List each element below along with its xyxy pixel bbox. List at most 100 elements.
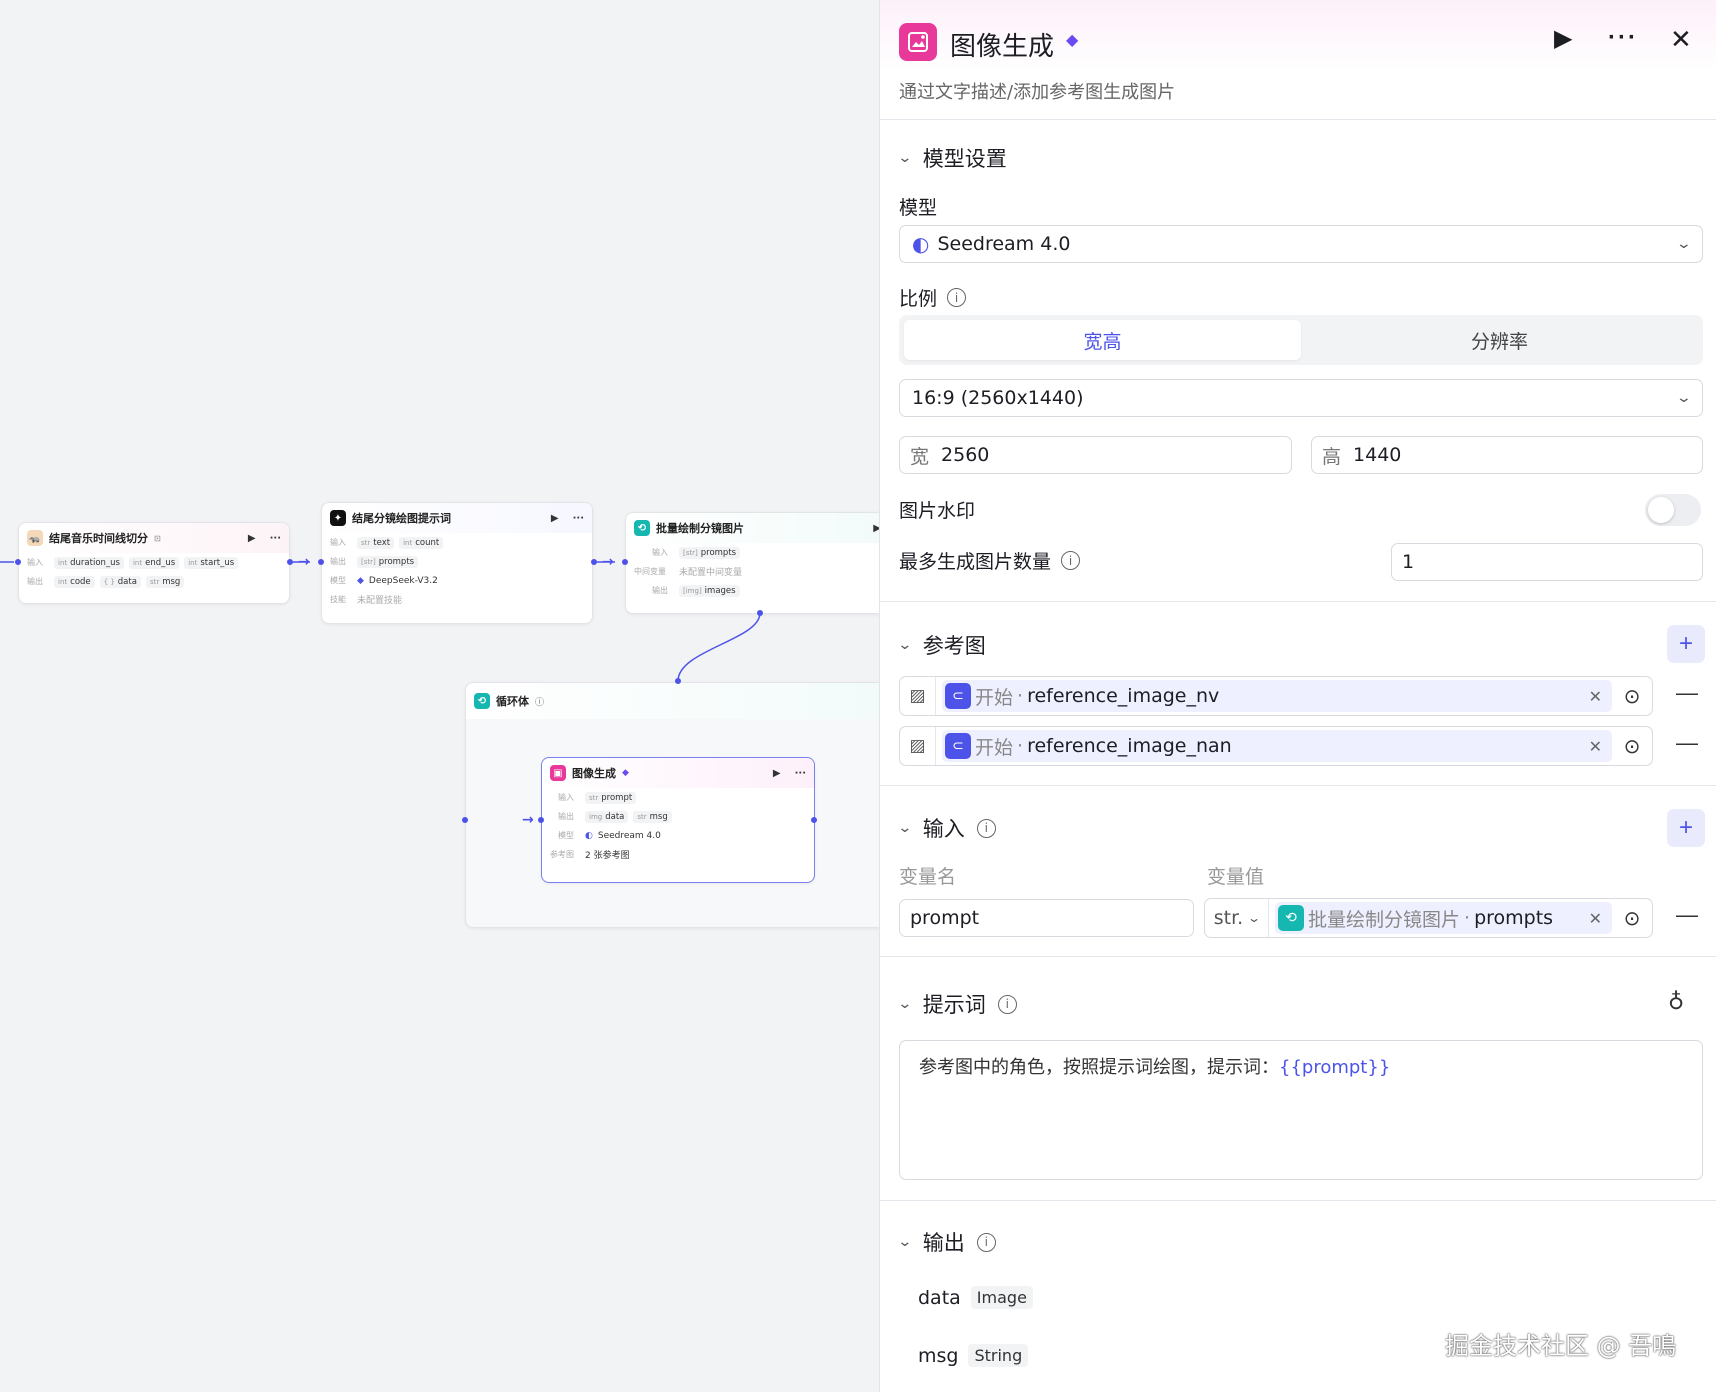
section-header-prompt[interactable]: ⌄ 提示词 i [897, 989, 1017, 1019]
var-tag: { } data [99, 575, 141, 588]
remove-ref-button[interactable]: — [1676, 680, 1698, 706]
panel-header: 图像生成 ◆ 通过文字描述/添加参考图生成图片 ▶ ··· ✕ [880, 0, 1716, 120]
ref-name: reference_image_nan [1027, 735, 1232, 757]
var-ref-chip[interactable]: ⟲ 批量绘制分镜图片 · prompts ✕ [1275, 902, 1612, 934]
lightbulb-icon[interactable]: ♁ [1668, 990, 1684, 1015]
model-select[interactable]: ◐ Seedream 4.0 ⌄ [899, 225, 1703, 263]
ref-item[interactable]: ▨ ⊂ 开始 · reference_image_nan ✕ ⊙ [899, 726, 1653, 766]
clear-icon[interactable]: ✕ [1589, 737, 1602, 756]
section-header-input[interactable]: ⌄ 输入 i [897, 813, 996, 843]
ratio-select[interactable]: 16:9 (2560x1440) ⌄ [899, 379, 1703, 417]
node-audio-split[interactable]: 🦡 结尾音乐时间线切分 ⊡ ▶ ··· 输入 int duration_us in… [18, 522, 290, 604]
run-icon[interactable]: ▶ [773, 768, 781, 779]
height-value: 1440 [1353, 444, 1402, 466]
var-name-input[interactable]: prompt [899, 899, 1194, 937]
var-tag: str prompt [585, 791, 637, 804]
port-in[interactable] [538, 817, 544, 823]
output-label: 输出 [652, 586, 668, 595]
port-in[interactable] [318, 559, 324, 565]
node-title: 批量绘制分镜图片 [656, 522, 744, 535]
port-out[interactable] [591, 559, 597, 565]
ratio-label: 比例 i [899, 284, 967, 311]
port-out[interactable] [287, 559, 293, 565]
run-button[interactable]: ▶ [1554, 24, 1572, 53]
chevron-down-icon: ⌄ [1675, 390, 1693, 406]
arrow-icon: → [522, 812, 534, 828]
watermark-label: 图片水印 [899, 500, 976, 522]
port-loop-in[interactable] [462, 817, 468, 823]
more-icon[interactable]: ··· [573, 513, 584, 524]
var-tag: str text [357, 536, 395, 549]
output-item: data Image [918, 1286, 1033, 1309]
section-header-ref[interactable]: ⌄ 参考图 [897, 630, 986, 660]
model-value: Seedream 4.0 [937, 233, 1071, 255]
target-icon[interactable]: ⊙ [1612, 906, 1652, 930]
var-tag: int code [54, 575, 95, 588]
var-source: 批量绘制分镜图片 [1308, 908, 1461, 931]
var-tag: [img] images [679, 584, 740, 597]
section-title: 参考图 [922, 634, 986, 658]
node-prompt-gen[interactable]: ✦ 结尾分镜绘图提示词 ▶ ··· 输入 str text int count 输出… [321, 502, 593, 624]
target-icon[interactable]: ⊙ [1612, 684, 1652, 708]
add-ref-button[interactable]: + [1667, 625, 1705, 663]
chevron-down-icon: ⌄ [1675, 236, 1693, 252]
close-button[interactable]: ✕ [1670, 24, 1692, 55]
more-icon[interactable]: ··· [270, 533, 281, 544]
prompt-textarea[interactable]: 参考图中的角色，按照提示词绘图，提示词：{{prompt}} [899, 1040, 1703, 1180]
port-loop[interactable] [757, 610, 763, 616]
width-input[interactable]: 宽 2560 [899, 436, 1292, 474]
remove-ref-button[interactable]: — [1676, 730, 1698, 756]
run-icon[interactable]: ▶ [248, 533, 256, 544]
tab-width-height[interactable]: 宽高 [904, 320, 1301, 360]
output-type: String [968, 1344, 1029, 1367]
ref-item[interactable]: ▨ ⊂ 开始 · reference_image_nv ✕ ⊙ [899, 676, 1653, 716]
node-batch[interactable]: ⟲ 批量绘制分镜图片 ▶ 输入 [str] prompts 中间变量 未配置中间变… [625, 512, 890, 614]
workflow-canvas[interactable]: 🦡 结尾音乐时间线切分 ⊡ ▶ ··· 输入 int duration_us in… [0, 0, 895, 1392]
var-type-select[interactable]: str. ⌄ [1205, 899, 1269, 937]
height-input[interactable]: 高 1440 [1311, 436, 1703, 474]
workflow-editor: 🦡 结尾音乐时间线切分 ⊡ ▶ ··· 输入 int duration_us in… [0, 0, 1716, 1392]
var-value-field[interactable]: str. ⌄ ⟲ 批量绘制分镜图片 · prompts ✕ ⊙ [1204, 898, 1653, 938]
watermark-toggle[interactable] [1645, 494, 1701, 526]
divider [880, 785, 1716, 786]
diamond-badge-icon: ◆ [622, 768, 629, 778]
port-loop-top[interactable] [675, 678, 681, 684]
node-image-gen[interactable]: ▣ 图像生成 ◆ ▶ ··· 输入 str prompt 输出 img data s… [541, 757, 815, 883]
port-out[interactable] [811, 817, 817, 823]
port-in[interactable] [622, 559, 628, 565]
section-header-output[interactable]: ⌄ 输出 i [897, 1227, 996, 1257]
input-label: 输入 [330, 538, 346, 547]
loop-icon: ⟲ [634, 520, 650, 536]
loop-icon: ⟲ [1278, 905, 1304, 931]
max-count-input[interactable]: 1 [1391, 543, 1703, 581]
more-icon[interactable]: ··· [795, 768, 806, 779]
chevron-down-icon: ⌄ [897, 1234, 913, 1250]
ref-chip[interactable]: ⊂ 开始 · reference_image_nv ✕ [942, 680, 1612, 712]
target-icon[interactable]: ⊙ [1612, 734, 1652, 758]
add-input-button[interactable]: + [1667, 809, 1705, 847]
section-title: 输出 [922, 1231, 965, 1255]
output-name: data [918, 1286, 961, 1309]
ratio-value: 16:9 (2560x1440) [912, 387, 1084, 409]
edge-batch-loop [677, 612, 761, 682]
var-tag: str msg [145, 575, 185, 588]
llm-icon: ✦ [330, 510, 346, 526]
output-label: 输出 [558, 812, 574, 821]
skill-label: 技能 [330, 595, 346, 604]
section-header-model[interactable]: ⌄ 模型设置 [897, 143, 1006, 173]
run-icon[interactable]: ▶ [551, 513, 559, 524]
ref-chip[interactable]: ⊂ 开始 · reference_image_nan ✕ [942, 730, 1612, 762]
tab-resolution[interactable]: 分辨率 [1301, 320, 1698, 360]
input-label: 输入 [558, 793, 574, 802]
clear-icon[interactable]: ✕ [1589, 687, 1602, 706]
width-prefix: 宽 [910, 445, 930, 468]
lock-icon: ⊡ [154, 533, 161, 543]
image-gen-icon [899, 23, 937, 61]
output-label: 输出 [27, 577, 43, 586]
info-icon: i [976, 818, 996, 838]
input-label: 输入 [652, 548, 668, 557]
remove-input-button[interactable]: — [1676, 902, 1698, 928]
clear-icon[interactable]: ✕ [1589, 909, 1602, 928]
port-in[interactable] [15, 559, 21, 565]
more-button[interactable]: ··· [1608, 24, 1638, 52]
